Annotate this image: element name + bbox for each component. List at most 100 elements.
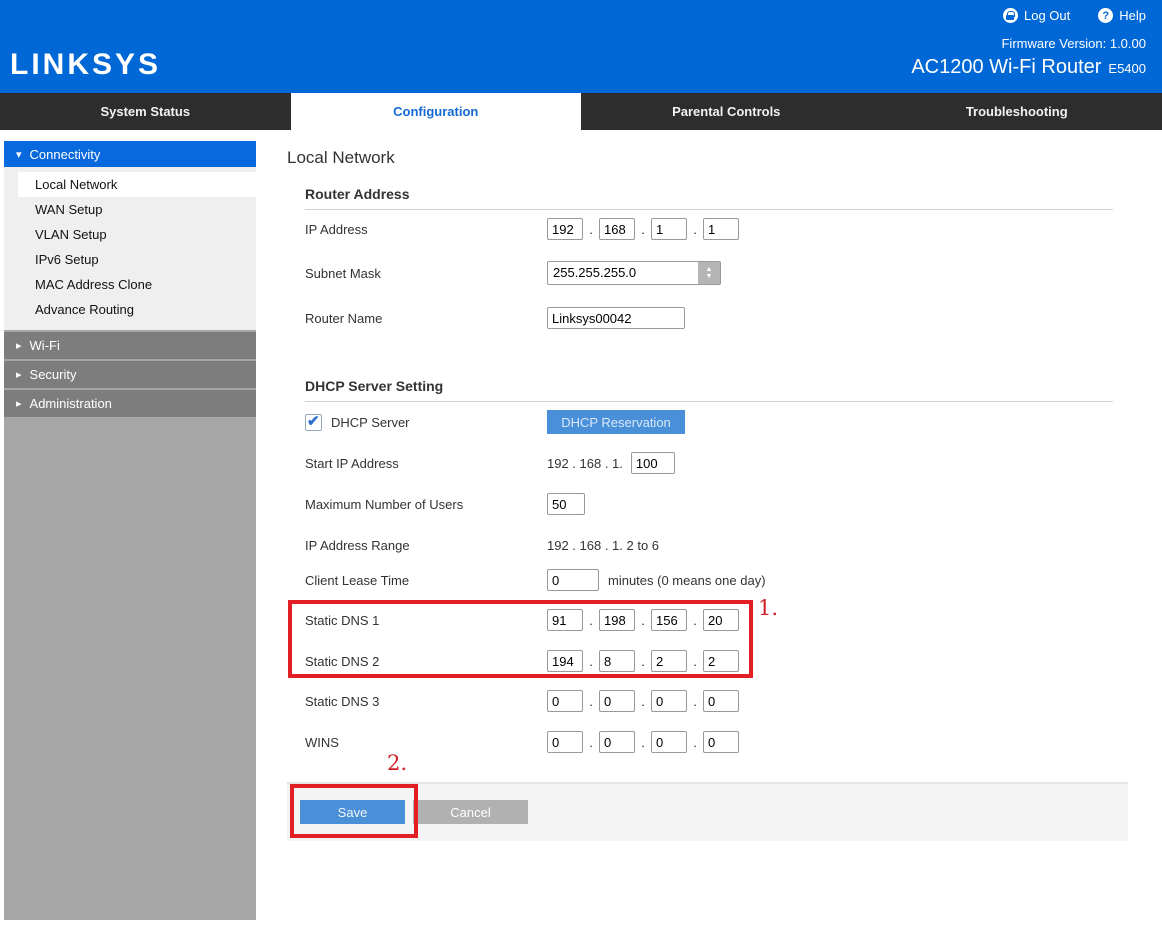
dns3-octet-2-input[interactable] <box>599 690 635 712</box>
sidebar-group-wifi[interactable]: Wi-Fi <box>4 332 256 359</box>
wins-octet-1-input[interactable] <box>547 731 583 753</box>
wins-label: WINS <box>305 735 547 750</box>
row-static-dns3: Static DNS 3 . . . <box>305 689 739 713</box>
administration-label: Administration <box>30 396 112 411</box>
row-ip-address: IP Address . . . <box>305 217 739 241</box>
client-lease-input[interactable] <box>547 569 599 591</box>
subnet-mask-select[interactable]: 255.255.255.0 ▲▼ <box>547 261 721 285</box>
dns1-octet-2-input[interactable] <box>599 609 635 631</box>
wifi-label: Wi-Fi <box>30 338 60 353</box>
section-dhcp-server-setting: DHCP Server Setting <box>305 378 1113 402</box>
row-start-ip: Start IP Address 192 . 168 . 1. <box>305 451 675 475</box>
dot-separator: . <box>635 735 651 750</box>
sidebar-item-vlan-setup[interactable]: VLAN Setup <box>4 222 256 247</box>
ip-octet-3-input[interactable] <box>651 218 687 240</box>
dot-separator: . <box>583 613 599 628</box>
static-dns1-label: Static DNS 1 <box>305 613 547 628</box>
sidebar-group-administration[interactable]: Administration <box>4 390 256 417</box>
subnet-mask-label: Subnet Mask <box>305 266 547 281</box>
dns2-octet-1-input[interactable] <box>547 650 583 672</box>
tab-system-status[interactable]: System Status <box>0 93 291 130</box>
dhcp-reservation-button[interactable]: DHCP Reservation <box>547 410 685 434</box>
router-name-input[interactable] <box>547 307 685 329</box>
row-ip-range: IP Address Range 192 . 168 . 1. 2 to 6 <box>305 533 659 557</box>
row-subnet-mask: Subnet Mask 255.255.255.0 ▲▼ <box>305 261 721 285</box>
dns2-octet-3-input[interactable] <box>651 650 687 672</box>
static-dns2-label: Static DNS 2 <box>305 654 547 669</box>
sidebar-group-security[interactable]: Security <box>4 361 256 388</box>
dns1-octet-3-input[interactable] <box>651 609 687 631</box>
dot-separator: . <box>687 694 703 709</box>
max-users-input[interactable] <box>547 493 585 515</box>
ip-range-value: 192 . 168 . 1. 2 to 6 <box>547 538 659 553</box>
sidebar-item-advance-routing[interactable]: Advance Routing <box>4 297 256 322</box>
dot-separator: . <box>687 735 703 750</box>
ip-address-label: IP Address <box>305 222 547 237</box>
dns3-octet-3-input[interactable] <box>651 690 687 712</box>
row-dhcp-server: DHCP Server DHCP Reservation <box>305 410 685 434</box>
dns3-octet-4-input[interactable] <box>703 690 739 712</box>
connectivity-sublist: Local Network WAN Setup VLAN Setup IPv6 … <box>4 167 256 330</box>
start-ip-label: Start IP Address <box>305 456 547 471</box>
sidebar-item-local-network[interactable]: Local Network <box>18 172 256 197</box>
lock-icon <box>1003 8 1018 23</box>
dns2-octet-4-input[interactable] <box>703 650 739 672</box>
dot-separator: . <box>687 654 703 669</box>
logout-label: Log Out <box>1024 8 1070 23</box>
row-wins: WINS . . . <box>305 730 739 754</box>
up-down-spinner-icon[interactable]: ▲▼ <box>698 262 720 284</box>
main-content: Local Network Router Address IP Address … <box>287 141 1128 920</box>
dot-separator: . <box>583 735 599 750</box>
router-admin-page: LINKSYS Log Out ? Help Firmware Version:… <box>0 0 1162 942</box>
action-bar: Save Cancel <box>287 782 1128 841</box>
security-label: Security <box>30 367 77 382</box>
linksys-logo: LINKSYS <box>10 48 161 82</box>
dot-separator: . <box>635 694 651 709</box>
dns3-octet-1-input[interactable] <box>547 690 583 712</box>
dot-separator: . <box>583 654 599 669</box>
start-ip-input[interactable] <box>631 452 675 474</box>
dot-separator: . <box>635 613 651 628</box>
logout-button[interactable]: Log Out <box>1003 8 1070 23</box>
dot-separator: . <box>687 613 703 628</box>
product-name: AC1200 Wi-Fi Router <box>911 56 1101 79</box>
dot-separator: . <box>583 694 599 709</box>
dns1-octet-1-input[interactable] <box>547 609 583 631</box>
page-title: Local Network <box>287 148 395 168</box>
ip-octet-1-input[interactable] <box>547 218 583 240</box>
product-model: E5400 <box>1108 61 1146 76</box>
ip-octet-4-input[interactable] <box>703 218 739 240</box>
client-lease-label: Client Lease Time <box>305 573 547 588</box>
static-dns3-label: Static DNS 3 <box>305 694 547 709</box>
main-tabbar: System Status Configuration Parental Con… <box>0 93 1162 130</box>
cancel-button[interactable]: Cancel <box>413 800 528 824</box>
sidebar-item-ipv6-setup[interactable]: IPv6 Setup <box>4 247 256 272</box>
tab-parental-controls[interactable]: Parental Controls <box>581 93 872 130</box>
max-users-label: Maximum Number of Users <box>305 497 547 512</box>
tab-troubleshooting[interactable]: Troubleshooting <box>872 93 1162 130</box>
dot-separator: . <box>583 222 599 237</box>
save-button[interactable]: Save <box>300 800 405 824</box>
sidebar-group-connectivity[interactable]: Connectivity <box>4 141 256 167</box>
dot-separator: . <box>635 654 651 669</box>
row-max-users: Maximum Number of Users <box>305 492 585 516</box>
wins-octet-3-input[interactable] <box>651 731 687 753</box>
help-button[interactable]: ? Help <box>1098 8 1146 23</box>
dhcp-server-checkbox[interactable] <box>305 414 322 431</box>
wins-octet-2-input[interactable] <box>599 731 635 753</box>
question-icon: ? <box>1098 8 1113 23</box>
wins-octet-4-input[interactable] <box>703 731 739 753</box>
firmware-version: Firmware Version: 1.0.00 <box>1001 36 1146 51</box>
tab-configuration[interactable]: Configuration <box>291 93 582 130</box>
sidebar-item-wan-setup[interactable]: WAN Setup <box>4 197 256 222</box>
start-ip-prefix: 192 . 168 . 1. <box>547 456 623 471</box>
row-router-name: Router Name <box>305 306 685 330</box>
ip-octet-2-input[interactable] <box>599 218 635 240</box>
dot-separator: . <box>687 222 703 237</box>
dns2-octet-2-input[interactable] <box>599 650 635 672</box>
dns1-octet-4-input[interactable] <box>703 609 739 631</box>
row-client-lease: Client Lease Time minutes (0 means one d… <box>305 568 766 592</box>
sidebar-item-mac-address-clone[interactable]: MAC Address Clone <box>4 272 256 297</box>
dot-separator: . <box>635 222 651 237</box>
row-static-dns1: Static DNS 1 . . . <box>305 608 739 632</box>
